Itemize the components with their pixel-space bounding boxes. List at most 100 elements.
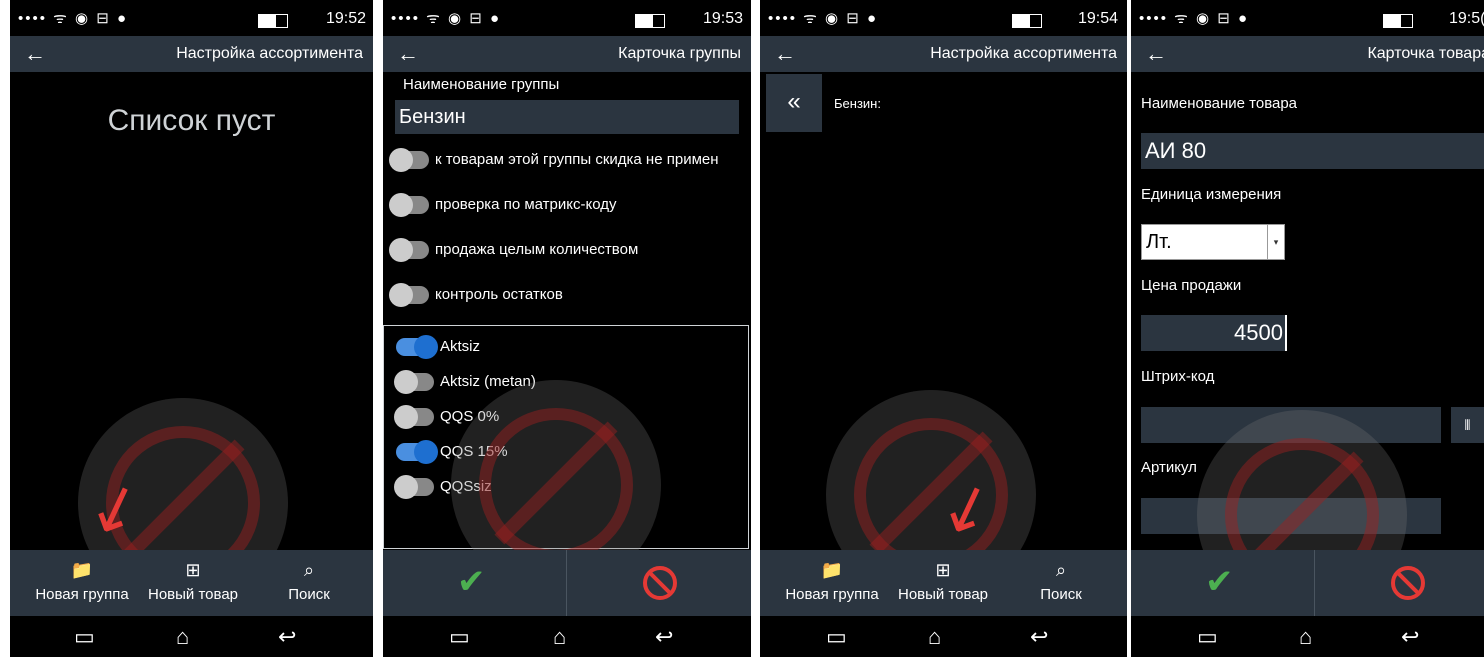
- back-arrow-icon[interactable]: ←: [397, 41, 419, 67]
- system-nav-bar: ▭ ⌂ ↩: [760, 616, 1127, 657]
- whole-quantity-toggle-label: продажа целым количеством: [435, 241, 639, 258]
- app-bar: ← Настройка ассортимента: [10, 36, 373, 72]
- save-button[interactable]: ✔: [383, 550, 566, 616]
- plus-box-icon: ⊞: [935, 560, 951, 580]
- confirm-bar: ✔: [383, 550, 751, 616]
- new-item-button[interactable]: ⊞ Новый товар: [888, 560, 998, 603]
- tax-aktsiz-metan-toggle[interactable]: [394, 370, 434, 394]
- item-name-field[interactable]: АИ 80: [1141, 133, 1484, 169]
- page-title: Карточка товара: [1367, 45, 1484, 62]
- search-icon: ⌕: [1055, 560, 1067, 580]
- back-arrow-icon[interactable]: ←: [1145, 41, 1167, 67]
- new-group-label: Новая группа: [785, 586, 879, 603]
- status-time: 19:54: [1078, 10, 1119, 27]
- back-arrow-icon[interactable]: ←: [774, 41, 796, 67]
- matrix-code-toggle[interactable]: [389, 193, 429, 217]
- recent-apps-icon[interactable]: ▭: [449, 624, 470, 650]
- barcode-label: Штрих-код: [1141, 368, 1215, 385]
- nav-back-icon[interactable]: ↩: [1030, 624, 1048, 650]
- group-up-button[interactable]: «: [766, 74, 822, 132]
- barcode-scan-icon[interactable]: ⦀: [1451, 407, 1484, 443]
- confirm-bar: ✔: [1131, 550, 1484, 616]
- tax-aktsiz-label: Aktsiz: [440, 338, 481, 355]
- system-nav-bar: ▭ ⌂ ↩: [10, 616, 373, 657]
- new-group-label: Новая группа: [35, 586, 129, 603]
- cancel-icon: [643, 566, 677, 600]
- search-button[interactable]: ⌕ Поиск: [1028, 560, 1094, 603]
- search-button[interactable]: ⌕ Поиск: [276, 560, 342, 603]
- search-label: Поиск: [288, 586, 330, 603]
- group-path: Бензин:: [834, 96, 881, 111]
- tax-aktsiz-toggle[interactable]: [396, 335, 438, 359]
- new-group-button[interactable]: 📁 Новая группа: [772, 560, 892, 603]
- save-button[interactable]: ✔: [1131, 550, 1314, 616]
- folder-plus-icon: 📁: [820, 560, 844, 580]
- stock-control-toggle[interactable]: [389, 283, 429, 307]
- unit-select-value: Лт.: [1146, 231, 1172, 253]
- status-time: 19:52: [326, 10, 367, 27]
- search-icon: ⌕: [303, 560, 315, 580]
- empty-list-text: Список пуст: [107, 104, 276, 137]
- whole-quantity-toggle[interactable]: [389, 238, 429, 262]
- new-group-button[interactable]: 📁 Новая группа: [22, 560, 142, 603]
- item-name-label: Наименование товара: [1141, 95, 1298, 112]
- app-bar: ← Карточка группы: [383, 36, 751, 72]
- status-time: 19:53: [703, 10, 744, 27]
- app-bar: ← Карточка товара: [1131, 36, 1484, 72]
- cancel-button[interactable]: [1315, 550, 1484, 616]
- battery-icon: [1012, 14, 1042, 28]
- unit-label: Единица измерения: [1141, 186, 1282, 203]
- bottom-action-bar: 📁 Новая группа ⊞ Новый товар ⌕ Поиск: [10, 550, 373, 616]
- system-nav-bar: ▭ ⌂ ↩: [1131, 616, 1484, 657]
- battery-icon: [258, 14, 288, 28]
- home-icon[interactable]: ⌂: [553, 624, 566, 650]
- status-bar: •••• ᯤ ◉ ⊟ ● 19:5(: [1131, 0, 1484, 36]
- tax-qqssiz-toggle[interactable]: [394, 475, 434, 499]
- status-bar: •••• ᯤ ◉ ⊟ ● 19:53: [383, 0, 751, 36]
- discount-toggle[interactable]: [389, 148, 429, 172]
- status-time: 19:5(: [1449, 10, 1484, 27]
- cancel-button[interactable]: [567, 550, 751, 616]
- search-label: Поиск: [1040, 586, 1082, 603]
- new-item-button[interactable]: ⊞ Новый товар: [138, 560, 248, 603]
- nav-back-icon[interactable]: ↩: [278, 624, 296, 650]
- status-icons: •••• ᯤ ◉ ⊟ ●: [18, 10, 129, 27]
- checkmark-icon: ✔: [1205, 563, 1234, 601]
- system-nav-bar: ▭ ⌂ ↩: [383, 616, 751, 657]
- recent-apps-icon[interactable]: ▭: [1197, 624, 1218, 650]
- dropdown-arrow-icon: ▾: [1267, 225, 1284, 259]
- folder-plus-icon: 📁: [70, 560, 94, 580]
- new-item-label: Новый товар: [898, 586, 988, 603]
- recent-apps-icon[interactable]: ▭: [74, 624, 95, 650]
- status-bar: •••• ᯤ ◉ ⊟ ● 19:52: [10, 0, 373, 36]
- unit-select[interactable]: Лт. ▾: [1141, 224, 1285, 260]
- home-icon[interactable]: ⌂: [1299, 624, 1312, 650]
- checkmark-icon: ✔: [457, 563, 486, 601]
- tax-qqs0-toggle[interactable]: [394, 405, 434, 429]
- plus-box-icon: ⊞: [185, 560, 201, 580]
- new-item-label: Новый товар: [148, 586, 238, 603]
- home-icon[interactable]: ⌂: [176, 624, 189, 650]
- back-arrow-icon[interactable]: ←: [24, 41, 46, 67]
- nav-back-icon[interactable]: ↩: [1401, 624, 1419, 650]
- group-name-field[interactable]: Бензин: [395, 100, 739, 134]
- tax-qqs15-toggle[interactable]: [396, 440, 438, 464]
- screen-group-card: •••• ᯤ ◉ ⊟ ● 19:53 ← Карточка группы Наи…: [383, 0, 751, 657]
- nav-back-icon[interactable]: ↩: [655, 624, 673, 650]
- page-title: Настройка ассортимента: [176, 45, 363, 62]
- recent-apps-icon[interactable]: ▭: [826, 624, 847, 650]
- status-icons: •••• ᯤ ◉ ⊟ ●: [391, 10, 502, 27]
- status-icons: •••• ᯤ ◉ ⊟ ●: [768, 10, 879, 27]
- battery-icon: [1383, 14, 1413, 28]
- app-bar: ← Настройка ассортимента: [760, 36, 1127, 72]
- article-label: Артикул: [1141, 459, 1197, 476]
- screen-assortment-group: •••• ᯤ ◉ ⊟ ● 19:54 ← Настройка ассортиме…: [760, 0, 1127, 657]
- matrix-code-toggle-label: проверка по матрикс-коду: [435, 196, 617, 213]
- home-icon[interactable]: ⌂: [928, 624, 941, 650]
- status-icons: •••• ᯤ ◉ ⊟ ●: [1139, 10, 1250, 27]
- cancel-icon: [1391, 566, 1425, 600]
- stock-control-toggle-label: контроль остатков: [435, 286, 563, 303]
- price-field[interactable]: 4500: [1141, 315, 1287, 351]
- page-title: Карточка группы: [618, 45, 741, 62]
- page-title: Настройка ассортимента: [930, 45, 1117, 62]
